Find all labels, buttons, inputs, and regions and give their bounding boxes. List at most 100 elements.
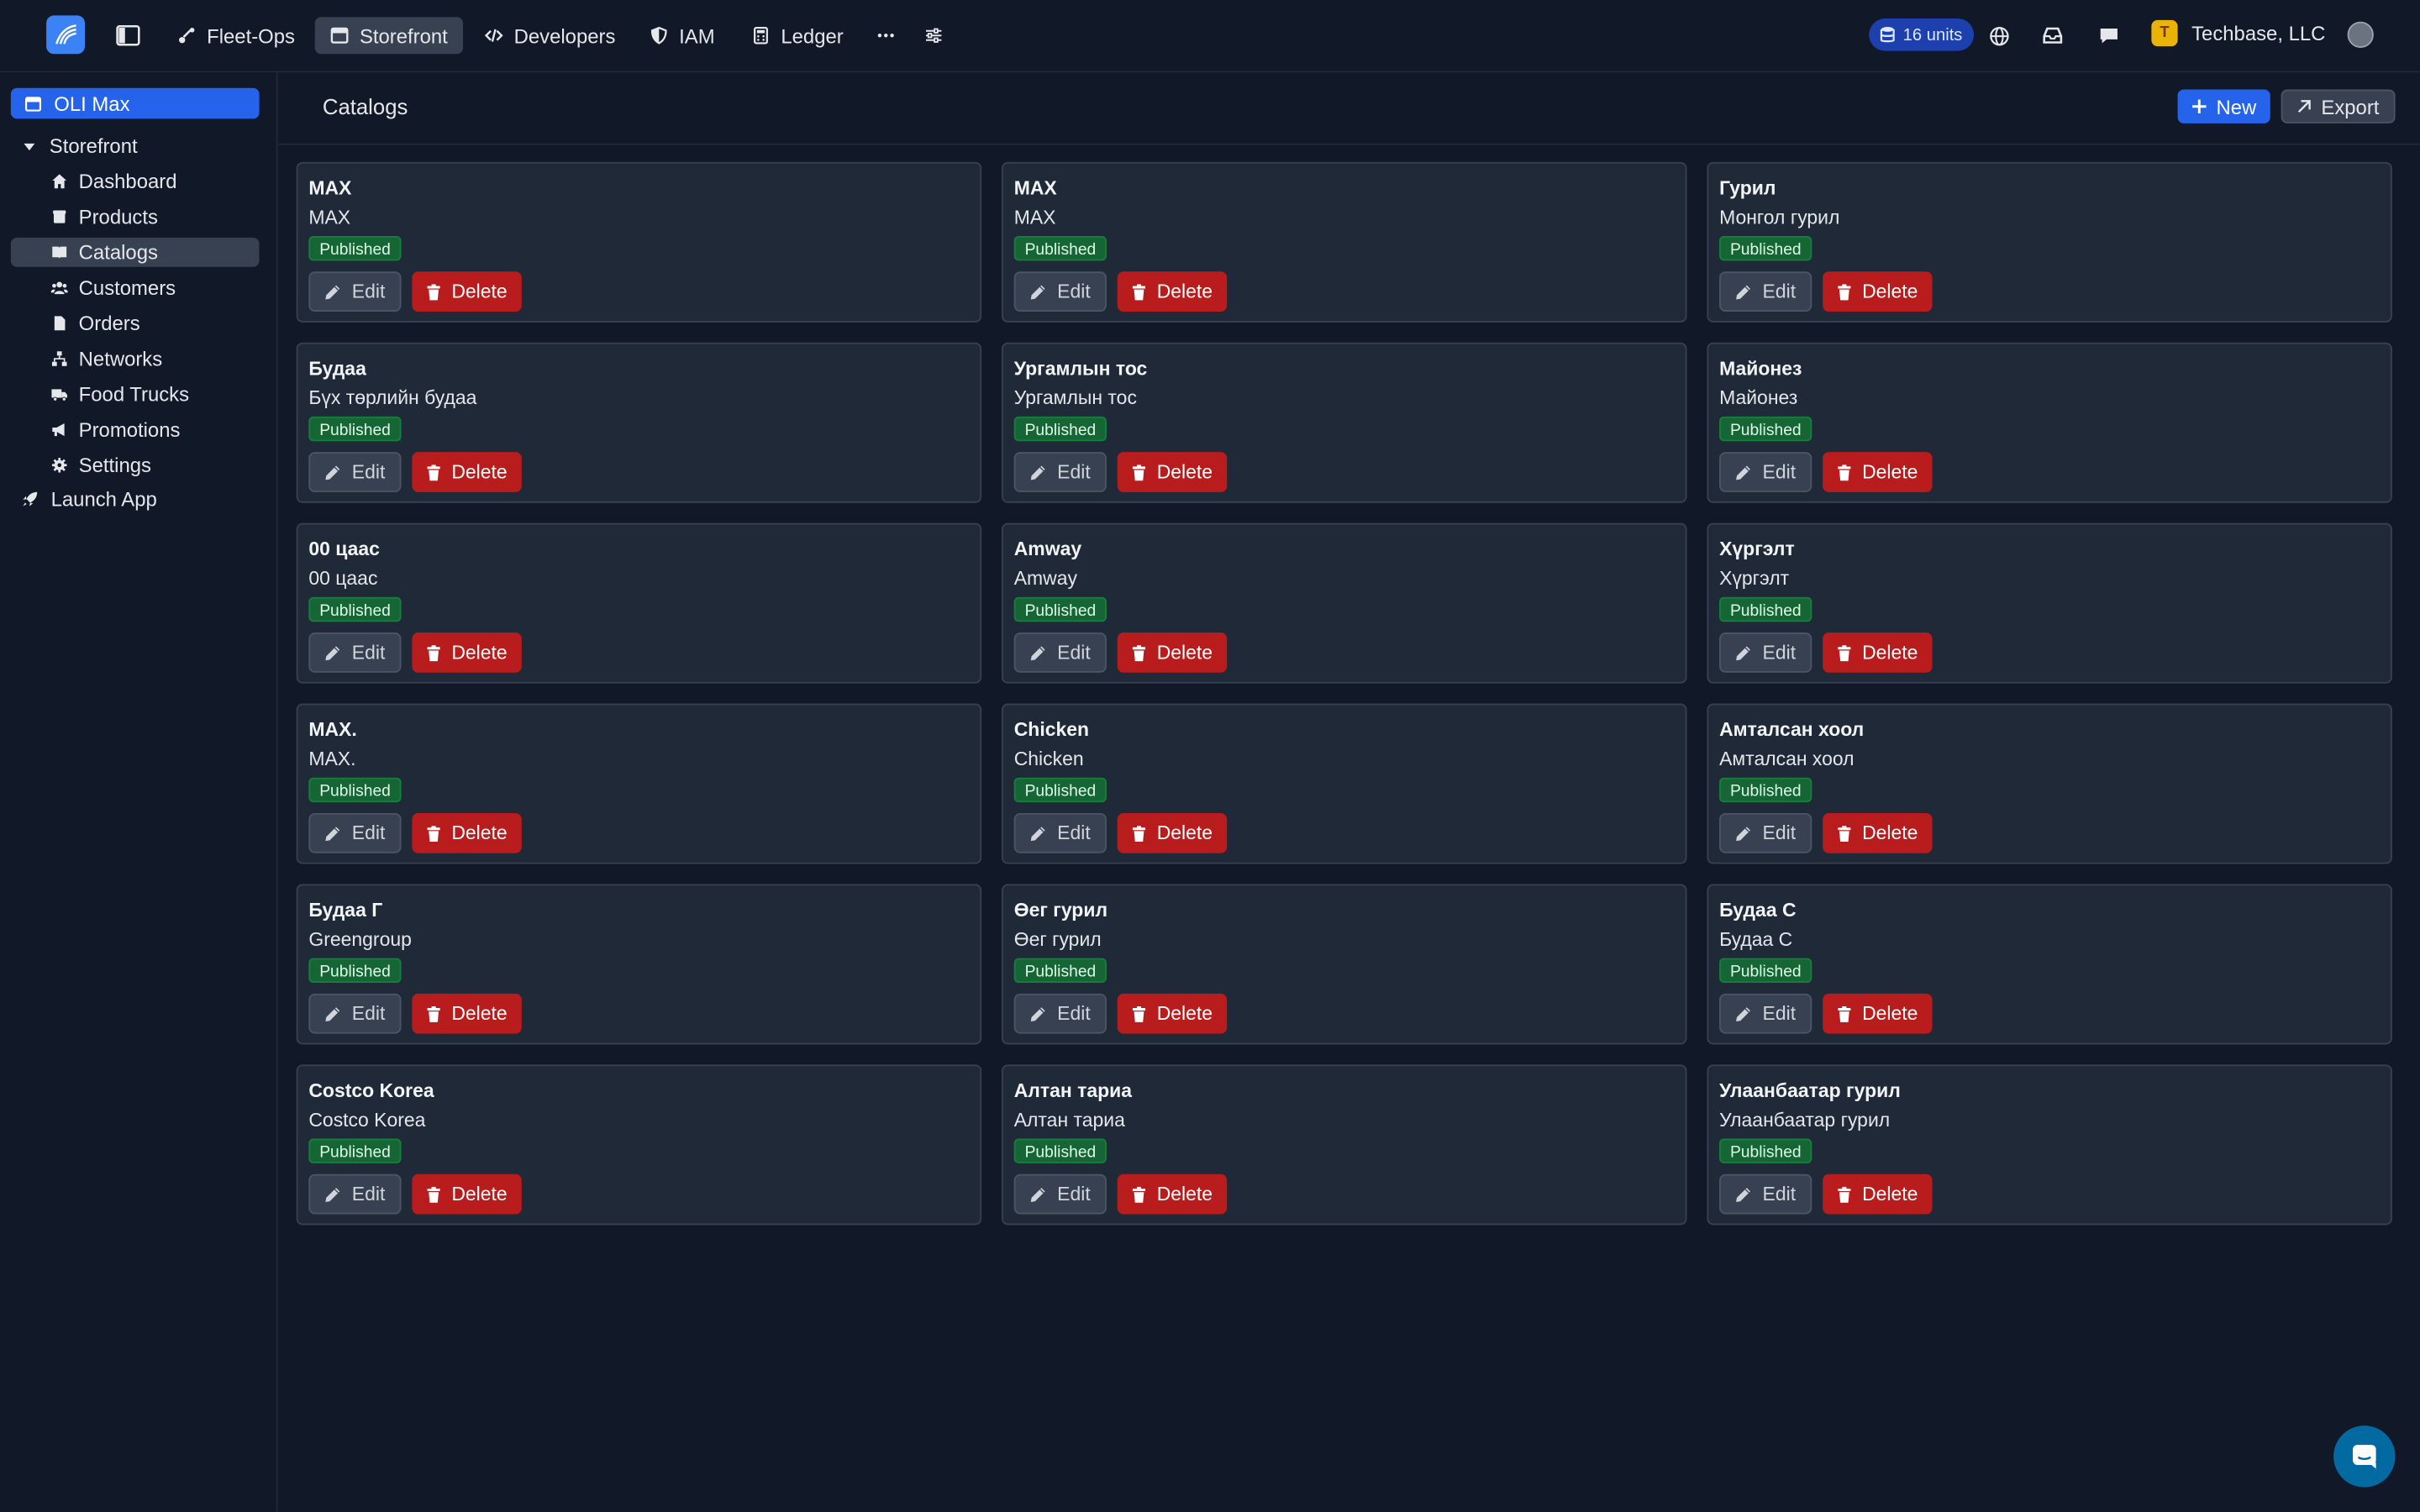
edit-label: Edit [1057,1183,1091,1205]
delete-button[interactable]: Delete [411,1173,522,1215]
catalog-card: Улаанбаатар гурил Улаанбаатар гурил Publ… [1707,1064,2392,1226]
edit-button[interactable]: Edit [308,1173,401,1215]
sidebar-item-networks[interactable]: Networks [11,344,260,374]
edit-button[interactable]: Edit [308,993,401,1034]
app-logo[interactable] [46,15,86,55]
edit-button[interactable]: Edit [1013,452,1107,492]
catalog-subtitle: Улаанбаатар гурил [1719,1109,1891,1131]
user-avatar[interactable] [2347,21,2374,48]
delete-button[interactable]: Delete [1116,633,1227,673]
inbox-icon[interactable] [2037,20,2068,51]
store-switcher[interactable]: OLI Max [10,87,260,119]
delete-button[interactable]: Delete [1822,812,1932,853]
edit-button[interactable]: Edit [1013,1173,1107,1215]
catalog-title: Будаа С [1719,899,1797,921]
edit-button[interactable]: Edit [1719,812,1812,853]
edit-button[interactable]: Edit [1719,452,1812,492]
catalog-card: Өег гурил Өег гурил Published Edit Delet… [1002,884,1687,1045]
sidebar-toggle-icon[interactable] [113,20,144,51]
delete-button[interactable]: Delete [1116,993,1227,1034]
catalog-card: Amway Amway Published Edit Delete [1002,522,1687,684]
new-button[interactable]: New [2177,89,2270,123]
delete-button[interactable]: Delete [411,812,522,853]
catalog-card: Costco Korea Costco Korea Published Edit… [296,1064,982,1226]
pencil-icon [1736,284,1750,299]
card-actions: Edit Delete [1013,633,1227,673]
more-icon[interactable] [871,20,902,51]
nav-fleet-ops[interactable]: Fleet-Ops [162,17,310,54]
delete-button[interactable]: Delete [1822,1173,1932,1215]
nav-label: Storefront [359,24,448,48]
sidebar-item-products[interactable]: Products [11,202,260,232]
delete-button[interactable]: Delete [411,271,522,312]
support-chat-button[interactable] [2333,1425,2396,1488]
edit-button[interactable]: Edit [1719,271,1812,312]
delete-button[interactable]: Delete [1116,452,1227,492]
delete-button[interactable]: Delete [1116,812,1227,853]
edit-button[interactable]: Edit [308,633,401,673]
delete-button[interactable]: Delete [411,633,522,673]
nav-label: Fleet-Ops [207,24,295,48]
edit-button[interactable]: Edit [1719,633,1812,673]
nav-iam[interactable]: IAM [634,17,730,54]
delete-button[interactable]: Delete [1822,452,1932,492]
chat-bubble-icon [2353,1445,2376,1469]
pencil-icon [1736,465,1750,480]
units-badge[interactable]: 16 units [1869,18,1974,51]
chat-icon[interactable] [2093,20,2124,51]
sidebar-item-settings[interactable]: Settings [11,450,260,480]
catalog-subtitle: MAX. [308,748,356,770]
status-badge: Published [1719,416,1812,442]
delete-button[interactable]: Delete [411,993,522,1034]
edit-button[interactable]: Edit [1013,812,1107,853]
pencil-icon [325,284,340,299]
sidebar-item-food-trucks[interactable]: Food Trucks [11,380,260,409]
section-label: Storefront [49,134,138,158]
delete-button[interactable]: Delete [1116,271,1227,312]
launch-app-link[interactable]: Launch App [22,487,157,511]
sliders-icon[interactable] [918,20,950,51]
status-badge: Published [1719,958,1812,983]
sidebar-item-catalogs[interactable]: Catalogs [10,237,260,267]
route-icon [179,28,195,44]
card-actions: Edit Delete [1013,271,1227,312]
nav-label: IAM [679,24,715,48]
edit-button[interactable]: Edit [1013,633,1107,673]
pencil-icon [1736,826,1750,841]
catalog-title: MAX [1013,177,1057,199]
catalog-card: Ургамлын тос Ургамлын тос Published Edit… [1002,342,1687,503]
sidebar-item-orders[interactable]: Orders [11,308,260,338]
edit-button[interactable]: Edit [1719,1173,1812,1215]
sidebar-item-promotions[interactable]: Promotions [11,415,260,444]
delete-button[interactable]: Delete [1822,271,1932,312]
organization-switcher[interactable]: T Techbase, LLC [2151,19,2325,47]
catalog-subtitle: Майонез [1719,387,1798,409]
globe-icon[interactable] [1983,20,2014,51]
edit-button[interactable]: Edit [308,452,401,492]
sidebar-item-customers[interactable]: Customers [11,273,260,302]
delete-button[interactable]: Delete [411,452,522,492]
sidebar-item-label: Networks [78,347,163,370]
delete-button[interactable]: Delete [1116,1173,1227,1215]
catalog-subtitle: Өег гурил [1013,928,1102,951]
sidebar-item-dashboard[interactable]: Dashboard [11,166,260,196]
nav-storefront[interactable]: Storefront [314,17,464,55]
code-icon [484,29,503,42]
delete-button[interactable]: Delete [1822,633,1932,673]
edit-button[interactable]: Edit [1013,993,1107,1034]
card-actions: Edit Delete [1719,271,1932,312]
nav-ledger[interactable]: Ledger [736,17,859,54]
delete-button[interactable]: Delete [1822,993,1932,1034]
edit-button[interactable]: Edit [1719,993,1812,1034]
catalog-subtitle: 00 цаас [308,567,378,590]
catalog-card: 00 цаас 00 цаас Published Edit Delete [296,522,982,684]
status-badge: Published [1013,416,1107,442]
edit-button[interactable]: Edit [1013,271,1107,312]
sidebar-section-storefront[interactable]: Storefront [22,134,138,158]
edit-button[interactable]: Edit [308,812,401,853]
edit-button[interactable]: Edit [308,271,401,312]
export-button[interactable]: Export [2281,89,2395,123]
pencil-icon [1030,826,1045,841]
catalog-card: Будаа Г Greengroup Published Edit Delete [296,884,982,1045]
nav-developers[interactable]: Developers [469,17,630,54]
